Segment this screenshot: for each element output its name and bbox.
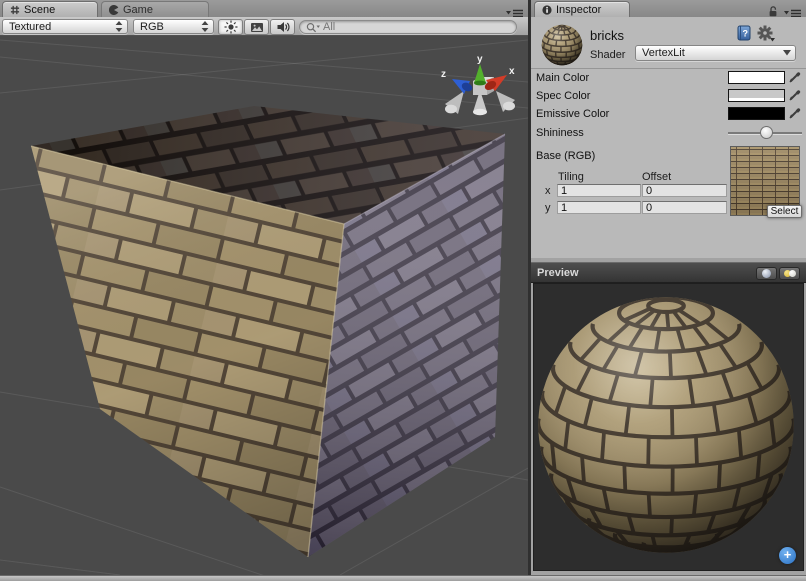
- scene-toolbar: Textured RGB: [0, 17, 528, 36]
- channels-dropdown[interactable]: RGB: [133, 19, 214, 34]
- scene-viewport[interactable]: y x z: [0, 36, 528, 575]
- material-name: bricks: [590, 28, 624, 43]
- help-glyph: ?: [743, 29, 749, 39]
- tab-game[interactable]: Game: [101, 1, 209, 17]
- main-color-swatch[interactable]: [728, 71, 785, 84]
- scene-panel: Scene Game Textured RGB: [0, 0, 528, 575]
- spec-color-label: Spec Color: [536, 90, 590, 102]
- speaker-icon: [276, 20, 290, 34]
- render-mode-dropdown[interactable]: Textured: [2, 19, 128, 34]
- inspector-tabbar: Inspector: [531, 0, 806, 17]
- light-dot-icon: [789, 270, 796, 277]
- preview-content[interactable]: +: [533, 283, 804, 571]
- render-mode-value: Textured: [9, 21, 115, 33]
- grid-icon: [10, 5, 20, 15]
- shader-dropdown[interactable]: VertexLit: [635, 45, 796, 61]
- scene-audio-button[interactable]: [270, 19, 295, 35]
- preview-shape-button[interactable]: [756, 267, 777, 280]
- material-sphere-icon: [540, 23, 584, 67]
- eyedropper-icon[interactable]: [788, 70, 802, 84]
- channels-value: RGB: [140, 21, 201, 33]
- shininess-slider-thumb[interactable]: [760, 126, 773, 139]
- offset-y-field[interactable]: [642, 201, 727, 214]
- inspector-panel-menu-icon[interactable]: [784, 5, 802, 14]
- axis-x-label: x: [545, 185, 551, 197]
- sun-icon: [224, 20, 238, 34]
- inspector-body: bricks Shader VertexLit ?: [531, 17, 806, 258]
- window-resize-strip[interactable]: [0, 575, 806, 581]
- preview-lighting-button[interactable]: [779, 267, 800, 280]
- pacman-icon: [109, 5, 119, 15]
- offset-header: Offset: [642, 171, 671, 183]
- material-header: bricks Shader VertexLit ?: [531, 17, 806, 69]
- tab-scene[interactable]: Scene: [2, 1, 98, 17]
- scene-panel-menu-icon[interactable]: [506, 5, 524, 14]
- gizmo-y-label: y: [477, 54, 483, 65]
- preview-add-button[interactable]: +: [779, 547, 796, 564]
- scene-lighting-button[interactable]: [218, 19, 243, 35]
- info-icon: [542, 5, 552, 15]
- image-icon: [250, 21, 264, 34]
- tab-inspector-label: Inspector: [556, 4, 601, 16]
- help-book-icon[interactable]: ?: [735, 24, 753, 42]
- gizmo-z-label: z: [441, 69, 446, 80]
- tiling-header: Tiling: [558, 171, 584, 183]
- shininess-slider[interactable]: [728, 132, 802, 134]
- material-properties: Main Color Spec Color Emissive Color Shi…: [531, 69, 806, 258]
- eyedropper-icon[interactable]: [788, 88, 802, 102]
- eyedropper-icon[interactable]: [788, 106, 802, 120]
- base-texture-label: Base (RGB): [536, 150, 595, 162]
- emissive-color-label: Emissive Color: [536, 108, 609, 120]
- offset-x-field[interactable]: [642, 184, 727, 197]
- axis-y-label: y: [545, 202, 551, 214]
- gizmo-x-label: x: [509, 66, 515, 77]
- scene-tabbar: Scene Game: [0, 0, 528, 17]
- inspector-column: Inspector bricks Shader VertexLit: [531, 0, 806, 575]
- tiling-y-field[interactable]: [557, 201, 641, 214]
- updown-arrows-icon: [201, 21, 209, 32]
- tiling-x-field[interactable]: [557, 184, 641, 197]
- shader-label: Shader: [590, 49, 625, 61]
- view-orientation-gizmo[interactable]: y x z: [441, 54, 515, 115]
- scene-3d-canvas[interactable]: y x z: [0, 36, 528, 575]
- shininess-label: Shininess: [536, 127, 584, 139]
- preview-title: Preview: [537, 267, 579, 279]
- preview-sphere: [534, 284, 803, 570]
- search-input[interactable]: [323, 21, 510, 33]
- preview-header[interactable]: Preview: [531, 262, 806, 283]
- emissive-color-swatch[interactable]: [728, 107, 785, 120]
- brick-cube[interactable]: [31, 106, 505, 557]
- shader-value: VertexLit: [642, 47, 783, 59]
- main-color-label: Main Color: [536, 72, 589, 84]
- spec-color-swatch[interactable]: [728, 89, 785, 102]
- unity-editor-window: Scene Game Textured RGB: [0, 0, 806, 581]
- updown-arrows-icon: [115, 21, 123, 32]
- texture-select-button[interactable]: Select: [767, 205, 802, 218]
- search-field: [299, 20, 517, 34]
- search-icon: [306, 22, 320, 33]
- gizmo-y-axis-cone: [474, 64, 486, 83]
- chevron-down-icon: [783, 50, 791, 56]
- tab-scene-label: Scene: [24, 4, 55, 16]
- sphere-icon: [762, 269, 771, 278]
- gear-icon[interactable]: [757, 24, 775, 42]
- tab-inspector[interactable]: Inspector: [534, 1, 630, 17]
- scene-fx-button[interactable]: [244, 19, 269, 35]
- tab-game-label: Game: [123, 4, 153, 16]
